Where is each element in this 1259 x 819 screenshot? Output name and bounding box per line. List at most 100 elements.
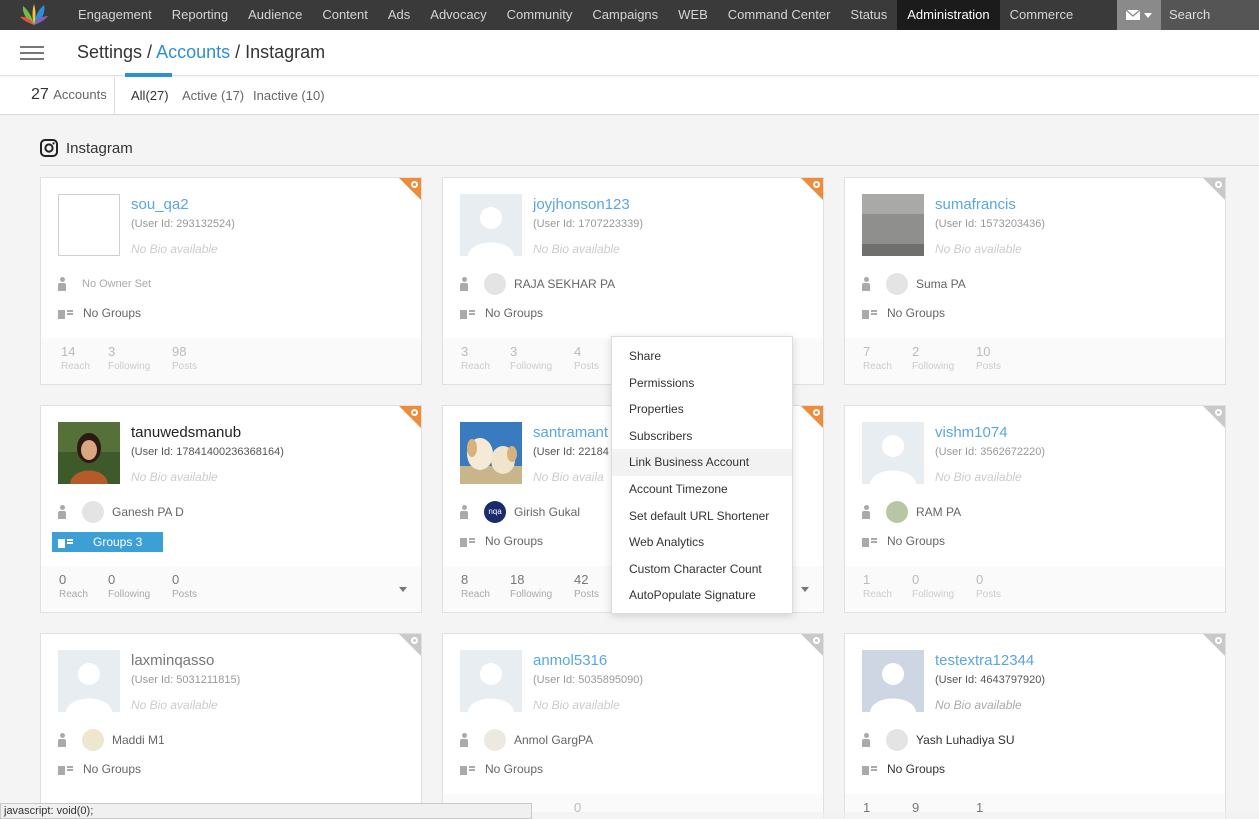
- avatar: [460, 194, 522, 256]
- breadcrumb: Settings / Accounts / Instagram: [77, 42, 325, 63]
- menu-item-account-timezone[interactable]: Account Timezone: [612, 476, 792, 503]
- account-name[interactable]: vishm1074: [935, 424, 1008, 441]
- account-name[interactable]: sumafrancis: [935, 196, 1016, 213]
- account-card[interactable]: sou_qa2 (User Id: 293132524) No Bio avai…: [40, 177, 422, 385]
- nav-web[interactable]: WEB: [668, 0, 718, 30]
- status-corner: [399, 634, 421, 656]
- menu-item-permissions[interactable]: Permissions: [612, 370, 792, 397]
- nav-reporting[interactable]: Reporting: [162, 0, 238, 30]
- user-id: (User Id: 293132524): [131, 218, 235, 230]
- nav-commerce[interactable]: Commerce: [1000, 0, 1084, 30]
- owner-name: Suma PA: [916, 277, 966, 291]
- nav-campaigns[interactable]: Campaigns: [582, 0, 668, 30]
- account-name[interactable]: tanuwedsmanub: [131, 424, 241, 441]
- avatar: [58, 194, 120, 256]
- groups-row: No Groups: [460, 760, 543, 778]
- accounts-count-number: 27: [31, 86, 49, 103]
- account-card[interactable]: testextra12344 (User Id: 4643797920) No …: [844, 633, 1226, 819]
- nav-ads[interactable]: Ads: [378, 0, 420, 30]
- account-card[interactable]: anmol5316 (User Id: 5035895090) No Bio a…: [442, 633, 824, 819]
- stats-bar: 7 Reach 2 Following 10 Posts: [845, 338, 1225, 384]
- owner-name: Yash Luhadiya SU: [916, 733, 1015, 747]
- groups-label: Groups 3: [93, 535, 143, 549]
- tab-inactive[interactable]: Inactive (10): [253, 88, 325, 103]
- nav-administration[interactable]: Administration: [897, 0, 1000, 30]
- groups-row: No Groups: [862, 532, 945, 550]
- menu-item-custom-character-count[interactable]: Custom Character Count: [612, 556, 792, 583]
- status-corner: [1203, 634, 1225, 656]
- breadcrumb-accounts[interactable]: Accounts: [156, 42, 230, 62]
- account-card[interactable]: vishm1074 (User Id: 3562672220) No Bio a…: [844, 405, 1226, 613]
- menu-item-share[interactable]: Share: [612, 343, 792, 370]
- default-avatar-icon: [460, 650, 522, 712]
- groups-icon: [58, 536, 73, 548]
- owner-name: Anmol GargPA: [514, 733, 594, 747]
- tab-active[interactable]: Active (17): [182, 88, 244, 103]
- groups-icon: [460, 535, 475, 547]
- nav-community[interactable]: Community: [497, 0, 583, 30]
- top-nav: Engagement Reporting Audience Content Ad…: [0, 0, 1259, 30]
- nav-status[interactable]: Status: [840, 0, 897, 30]
- account-card[interactable]: sumafrancis (User Id: 1573203436) No Bio…: [844, 177, 1226, 385]
- owner-avatar: [82, 729, 104, 751]
- status-corner: [399, 406, 421, 428]
- menu-item-web-analytics[interactable]: Web Analytics: [612, 529, 792, 556]
- default-avatar-icon: [862, 422, 924, 484]
- owner-name: RAM PA: [916, 505, 962, 519]
- owner-name: Ganesh PA D: [112, 505, 184, 519]
- profile-photo: [460, 422, 522, 484]
- mail-button[interactable]: [1117, 0, 1161, 30]
- owner-icon: [460, 733, 468, 747]
- menu-item-link-business-account[interactable]: Link Business Account: [612, 449, 792, 476]
- owner-row: Maddi M1: [58, 728, 165, 752]
- menu-item-subscribers[interactable]: Subscribers: [612, 423, 792, 450]
- active-tab-indicator: [125, 73, 172, 77]
- owner-avatar: [484, 729, 506, 751]
- stat-posts: 0 Posts: [976, 572, 1002, 600]
- account-name[interactable]: testextra12344: [935, 652, 1034, 669]
- nav-audience[interactable]: Audience: [238, 0, 312, 30]
- section-title: Instagram: [40, 137, 133, 159]
- search-input[interactable]: Search: [1161, 0, 1259, 30]
- bio: No Bio available: [533, 698, 620, 712]
- account-name[interactable]: santramant: [533, 424, 608, 441]
- groups-label: No Groups: [83, 762, 142, 776]
- bio: No Bio available: [935, 470, 1022, 484]
- groups-icon: [862, 763, 877, 775]
- avatar: [58, 422, 120, 484]
- chevron-down-icon[interactable]: [801, 587, 809, 592]
- owner-avatar: [886, 729, 908, 751]
- profile-photo: [58, 422, 120, 484]
- menu-icon[interactable]: [20, 46, 44, 60]
- owner-icon: [862, 733, 870, 747]
- user-id: (User Id: 22184: [533, 446, 609, 458]
- account-name[interactable]: laxminqasso: [131, 652, 214, 669]
- bio: No Bio available: [533, 242, 620, 256]
- owner-icon: [58, 505, 66, 519]
- account-card[interactable]: tanuwedsmanub (User Id: 1784140023636816…: [40, 405, 422, 613]
- nav-advocacy[interactable]: Advocacy: [420, 0, 496, 30]
- nav-command-center[interactable]: Command Center: [718, 0, 841, 30]
- tab-all[interactable]: All(27): [131, 88, 169, 103]
- stat-reach: 0 Reach: [59, 572, 88, 600]
- user-id: (User Id: 1707223339): [533, 218, 644, 230]
- account-name[interactable]: anmol5316: [533, 652, 607, 669]
- status-corner: [801, 406, 823, 428]
- menu-item-autopopulate-signature[interactable]: AutoPopulate Signature: [612, 582, 792, 609]
- owner-row: Suma PA: [862, 272, 966, 296]
- account-card[interactable]: laxminqasso (User Id: 5031211815) No Bio…: [40, 633, 422, 819]
- app-logo[interactable]: [0, 0, 68, 30]
- nav-content[interactable]: Content: [312, 0, 378, 30]
- chevron-down-icon[interactable]: [399, 587, 407, 592]
- divider: [40, 165, 1259, 166]
- groups-button[interactable]: Groups 3: [52, 532, 163, 552]
- owner-icon: [862, 505, 870, 519]
- account-name[interactable]: sou_qa2: [131, 196, 189, 213]
- menu-item-url-shortener[interactable]: Set default URL Shortener: [612, 503, 792, 530]
- account-name[interactable]: joyjhonson123: [533, 196, 630, 213]
- menu-item-properties[interactable]: Properties: [612, 396, 792, 423]
- groups-label: No Groups: [485, 762, 544, 776]
- avatar: [460, 422, 522, 484]
- owner-avatar: [886, 273, 908, 295]
- nav-engagement[interactable]: Engagement: [68, 0, 162, 30]
